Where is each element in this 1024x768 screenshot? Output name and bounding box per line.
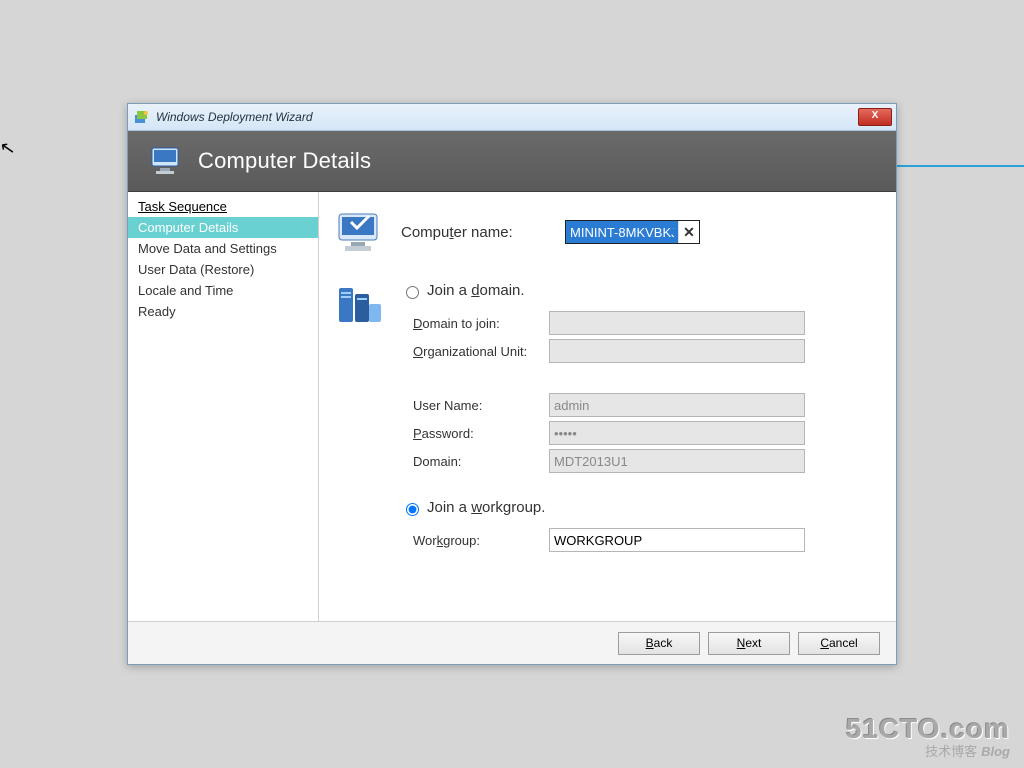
content-pane: Computer name: ✕ Join a domain. — [319, 192, 896, 621]
cancel-button[interactable]: Cancel — [798, 632, 880, 655]
domain-to-join-input — [549, 311, 805, 335]
close-button[interactable]: X — [858, 108, 892, 126]
desktop: ↖ Windows Deployment Wizard X Computer D… — [0, 0, 1024, 768]
computer-icon — [335, 210, 387, 254]
org-unit-input — [549, 339, 805, 363]
domain-input — [549, 449, 805, 473]
join-workgroup-option[interactable]: Join a workgroup. — [401, 499, 880, 516]
sidebar-item-locale-time[interactable]: Locale and Time — [128, 280, 318, 301]
password-label: Password: — [413, 426, 549, 441]
org-unit-row: Organizational Unit: — [413, 339, 880, 363]
section-body: Join a domain. Domain to join: Organizat… — [401, 280, 880, 556]
domain-row: Domain: — [413, 449, 880, 473]
titlebar[interactable]: Windows Deployment Wizard X — [128, 104, 896, 131]
sidebar-item-ready[interactable]: Ready — [128, 301, 318, 322]
computer-name-label: Computer name: — [401, 224, 551, 241]
user-name-row: User Name: — [413, 393, 880, 417]
computer-name-field-wrap: ✕ — [565, 220, 700, 244]
sidebar-item-computer-details[interactable]: Computer Details — [128, 217, 318, 238]
wizard-footer: Back Next Cancel — [128, 621, 896, 664]
watermark-line1: 51CTO.com — [846, 715, 1010, 743]
wizard-window: Windows Deployment Wizard X Computer Det… — [127, 103, 897, 665]
computer-name-input[interactable] — [566, 221, 678, 243]
domain-to-join-row: Domain to join: — [413, 311, 880, 335]
monitor-banner-icon — [150, 146, 184, 176]
cursor-icon: ↖ — [0, 137, 17, 160]
sidebar-item-user-data[interactable]: User Data (Restore) — [128, 259, 318, 280]
sidebar-item-task-sequence[interactable]: Task Sequence — [128, 196, 318, 217]
next-button[interactable]: Next — [708, 632, 790, 655]
window-title: Windows Deployment Wizard — [156, 110, 313, 124]
join-workgroup-label: Join a workgroup. — [427, 499, 545, 516]
workgroup-label: Workgroup: — [413, 533, 549, 548]
join-domain-option[interactable]: Join a domain. — [401, 282, 880, 299]
user-name-label: User Name: — [413, 398, 549, 413]
domain-to-join-label: Domain to join: — [413, 316, 549, 331]
sidebar: Task Sequence Computer Details Move Data… — [128, 192, 319, 621]
join-domain-radio[interactable] — [406, 286, 419, 299]
computer-name-row: Computer name: ✕ — [335, 210, 880, 254]
join-workgroup-radio[interactable] — [406, 503, 419, 516]
domain-label: Domain: — [413, 454, 549, 469]
join-domain-label: Join a domain. — [427, 282, 525, 299]
banner: Computer Details — [128, 131, 896, 192]
clear-input-icon[interactable]: ✕ — [678, 221, 699, 243]
watermark: 51CTO.com 技术博客Blog — [846, 715, 1010, 758]
org-unit-label: Organizational Unit: — [413, 344, 549, 359]
sidebar-item-move-data[interactable]: Move Data and Settings — [128, 238, 318, 259]
workgroup-row: Workgroup: — [413, 528, 880, 552]
back-button[interactable]: Back — [618, 632, 700, 655]
servers-icon — [335, 280, 387, 332]
watermark-line2: 技术博客Blog — [846, 745, 1010, 758]
user-name-input — [549, 393, 805, 417]
window-body: Task Sequence Computer Details Move Data… — [128, 192, 896, 621]
domain-workgroup-section: Join a domain. Domain to join: Organizat… — [335, 280, 880, 556]
decorative-line — [895, 165, 1024, 167]
app-icon — [134, 109, 150, 125]
page-title: Computer Details — [198, 148, 371, 174]
password-input — [549, 421, 805, 445]
password-row: Password: — [413, 421, 880, 445]
workgroup-input[interactable] — [549, 528, 805, 552]
